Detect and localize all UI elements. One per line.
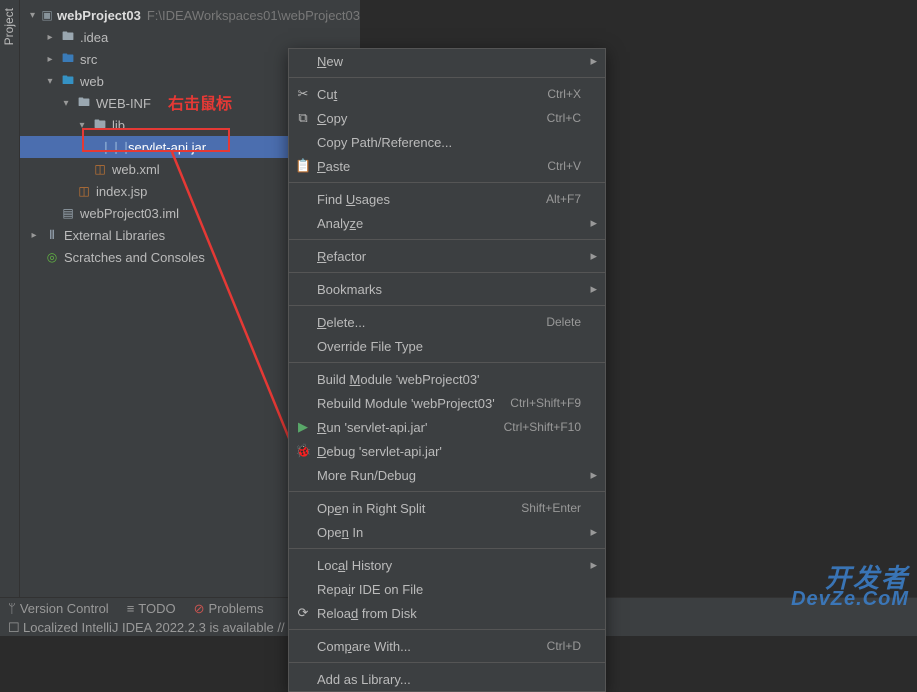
tree-root[interactable]: ▾ ▣ webProject03 F:\IDEAWorkspaces01\web… [20, 4, 360, 26]
tree-item-idea[interactable]: ▸ 🖿 .idea [20, 26, 360, 48]
menu-add-as-library[interactable]: Add as Library... [289, 667, 605, 691]
status-message-icon: ☐ [8, 620, 20, 636]
chevron-right-icon[interactable]: ▸ [44, 32, 56, 43]
branch-icon: ᛘ [8, 601, 16, 616]
folder-icon: 🖿 [60, 29, 76, 45]
menu-separator [289, 362, 605, 363]
menu-separator [289, 548, 605, 549]
web-folder-icon: 🖿 [60, 73, 76, 89]
chevron-down-icon[interactable]: ▾ [60, 98, 72, 109]
menu-find-usages[interactable]: Find UsagesAlt+F7 [289, 187, 605, 211]
copy-icon: ⧉ [295, 110, 311, 126]
source-folder-icon: 🖿 [60, 51, 76, 67]
menu-cut[interactable]: ✂CutCtrl+X [289, 82, 605, 106]
scratches-icon: ◎ [44, 249, 60, 265]
chevron-right-icon[interactable]: ▸ [28, 230, 40, 241]
problems-icon: ⊘ [194, 601, 205, 617]
submenu-arrow-icon: ▸ [590, 524, 597, 540]
menu-open-in[interactable]: Open In▸ [289, 520, 605, 544]
menu-separator [289, 491, 605, 492]
menu-delete[interactable]: Delete...Delete [289, 310, 605, 334]
chevron-down-icon[interactable]: ▾ [28, 10, 37, 21]
submenu-arrow-icon: ▸ [590, 557, 597, 573]
context-menu: New▸ ✂CutCtrl+X ⧉CopyCtrl+C Copy Path/Re… [288, 48, 606, 692]
menu-more-run[interactable]: More Run/Debug▸ [289, 463, 605, 487]
menu-repair-ide[interactable]: Repair IDE on File [289, 577, 605, 601]
menu-copy[interactable]: ⧉CopyCtrl+C [289, 106, 605, 130]
xml-icon: ◫ [92, 161, 108, 177]
submenu-arrow-icon: ▸ [590, 281, 597, 297]
menu-separator [289, 182, 605, 183]
menu-separator [289, 77, 605, 78]
folder-icon: 🖿 [76, 95, 92, 111]
watermark: 开发者 DevZe.CoM [791, 567, 909, 608]
menu-override-filetype[interactable]: Override File Type [289, 334, 605, 358]
todo-tool[interactable]: ≡TODO [127, 601, 176, 616]
tree-path: F:\IDEAWorkspaces01\webProject03 [147, 8, 360, 23]
menu-separator [289, 662, 605, 663]
menu-paste[interactable]: 📋PasteCtrl+V [289, 154, 605, 178]
menu-refactor[interactable]: Refactor▸ [289, 244, 605, 268]
version-control-tool[interactable]: ᛘVersion Control [8, 601, 109, 616]
chevron-right-icon[interactable]: ▸ [44, 54, 56, 65]
iml-icon: ▤ [60, 205, 76, 221]
menu-copy-path[interactable]: Copy Path/Reference... [289, 130, 605, 154]
debug-icon: 🐞 [295, 443, 311, 459]
left-gutter: Project [0, 0, 20, 636]
reload-icon: ⟳ [295, 605, 311, 621]
menu-rebuild-module[interactable]: Rebuild Module 'webProject03'Ctrl+Shift+… [289, 391, 605, 415]
annotation-rightclick: 右击鼠标 [168, 90, 232, 114]
menu-compare-with[interactable]: Compare With...Ctrl+D [289, 634, 605, 658]
status-message: Localized IntelliJ IDEA 2022.2.3 is avai… [23, 620, 285, 635]
highlight-box-jar [82, 128, 230, 152]
cut-icon: ✂ [295, 86, 311, 102]
menu-open-right-split[interactable]: Open in Right SplitShift+Enter [289, 496, 605, 520]
menu-debug[interactable]: 🐞Debug 'servlet-api.jar' [289, 439, 605, 463]
tree-label: webProject03 [57, 8, 141, 23]
submenu-arrow-icon: ▸ [590, 215, 597, 231]
chevron-down-icon[interactable]: ▾ [44, 76, 56, 87]
menu-build-module[interactable]: Build Module 'webProject03' [289, 367, 605, 391]
menu-separator [289, 629, 605, 630]
submenu-arrow-icon: ▸ [590, 248, 597, 264]
menu-bookmarks[interactable]: Bookmarks▸ [289, 277, 605, 301]
project-tab[interactable]: Project [0, 0, 18, 53]
menu-separator [289, 305, 605, 306]
menu-analyze[interactable]: Analyze▸ [289, 211, 605, 235]
submenu-arrow-icon: ▸ [590, 53, 597, 69]
module-icon: ▣ [41, 7, 53, 23]
menu-new[interactable]: New▸ [289, 49, 605, 73]
menu-separator [289, 239, 605, 240]
todo-icon: ≡ [127, 601, 135, 616]
problems-tool[interactable]: ⊘Problems [194, 601, 264, 617]
libraries-icon: ⫴ [44, 227, 60, 243]
submenu-arrow-icon: ▸ [590, 467, 597, 483]
jsp-icon: ◫ [76, 183, 92, 199]
menu-reload[interactable]: ⟳Reload from Disk [289, 601, 605, 625]
run-icon: ▶ [295, 419, 311, 435]
paste-icon: 📋 [295, 158, 311, 174]
menu-run[interactable]: ▶Run 'servlet-api.jar'Ctrl+Shift+F10 [289, 415, 605, 439]
menu-separator [289, 272, 605, 273]
menu-local-history[interactable]: Local History▸ [289, 553, 605, 577]
